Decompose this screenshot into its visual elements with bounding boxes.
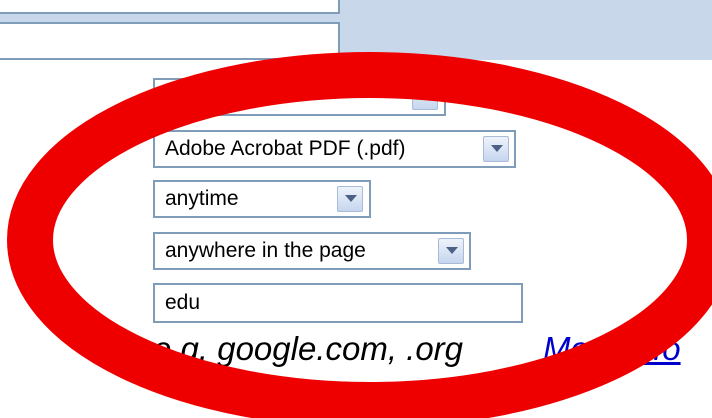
- domain-input[interactable]: edu: [153, 283, 523, 323]
- date-select[interactable]: anytime: [153, 180, 371, 218]
- more-info-link[interactable]: More info: [543, 330, 681, 368]
- domain-hint: e.g. google.com, .org: [153, 330, 464, 367]
- chevron-down-icon[interactable]: [438, 238, 464, 264]
- chevron-down-icon[interactable]: [412, 84, 438, 110]
- file-format-select-value: Adobe Acrobat PDF (.pdf): [165, 137, 406, 160]
- search-input-top[interactable]: [0, 0, 340, 14]
- chevron-down-icon[interactable]: [483, 136, 509, 162]
- occurrences-select-value: anywhere in the page: [165, 239, 366, 262]
- language-select[interactable]: English: [153, 78, 446, 116]
- domain-input-value: edu: [165, 291, 201, 314]
- language-select-value: English: [165, 85, 234, 108]
- date-select-value: anytime: [165, 187, 239, 210]
- chevron-down-icon[interactable]: [337, 186, 363, 212]
- file-format-select[interactable]: Adobe Acrobat PDF (.pdf): [153, 130, 516, 168]
- search-input[interactable]: [0, 22, 340, 60]
- occurrences-select[interactable]: anywhere in the page: [153, 232, 471, 270]
